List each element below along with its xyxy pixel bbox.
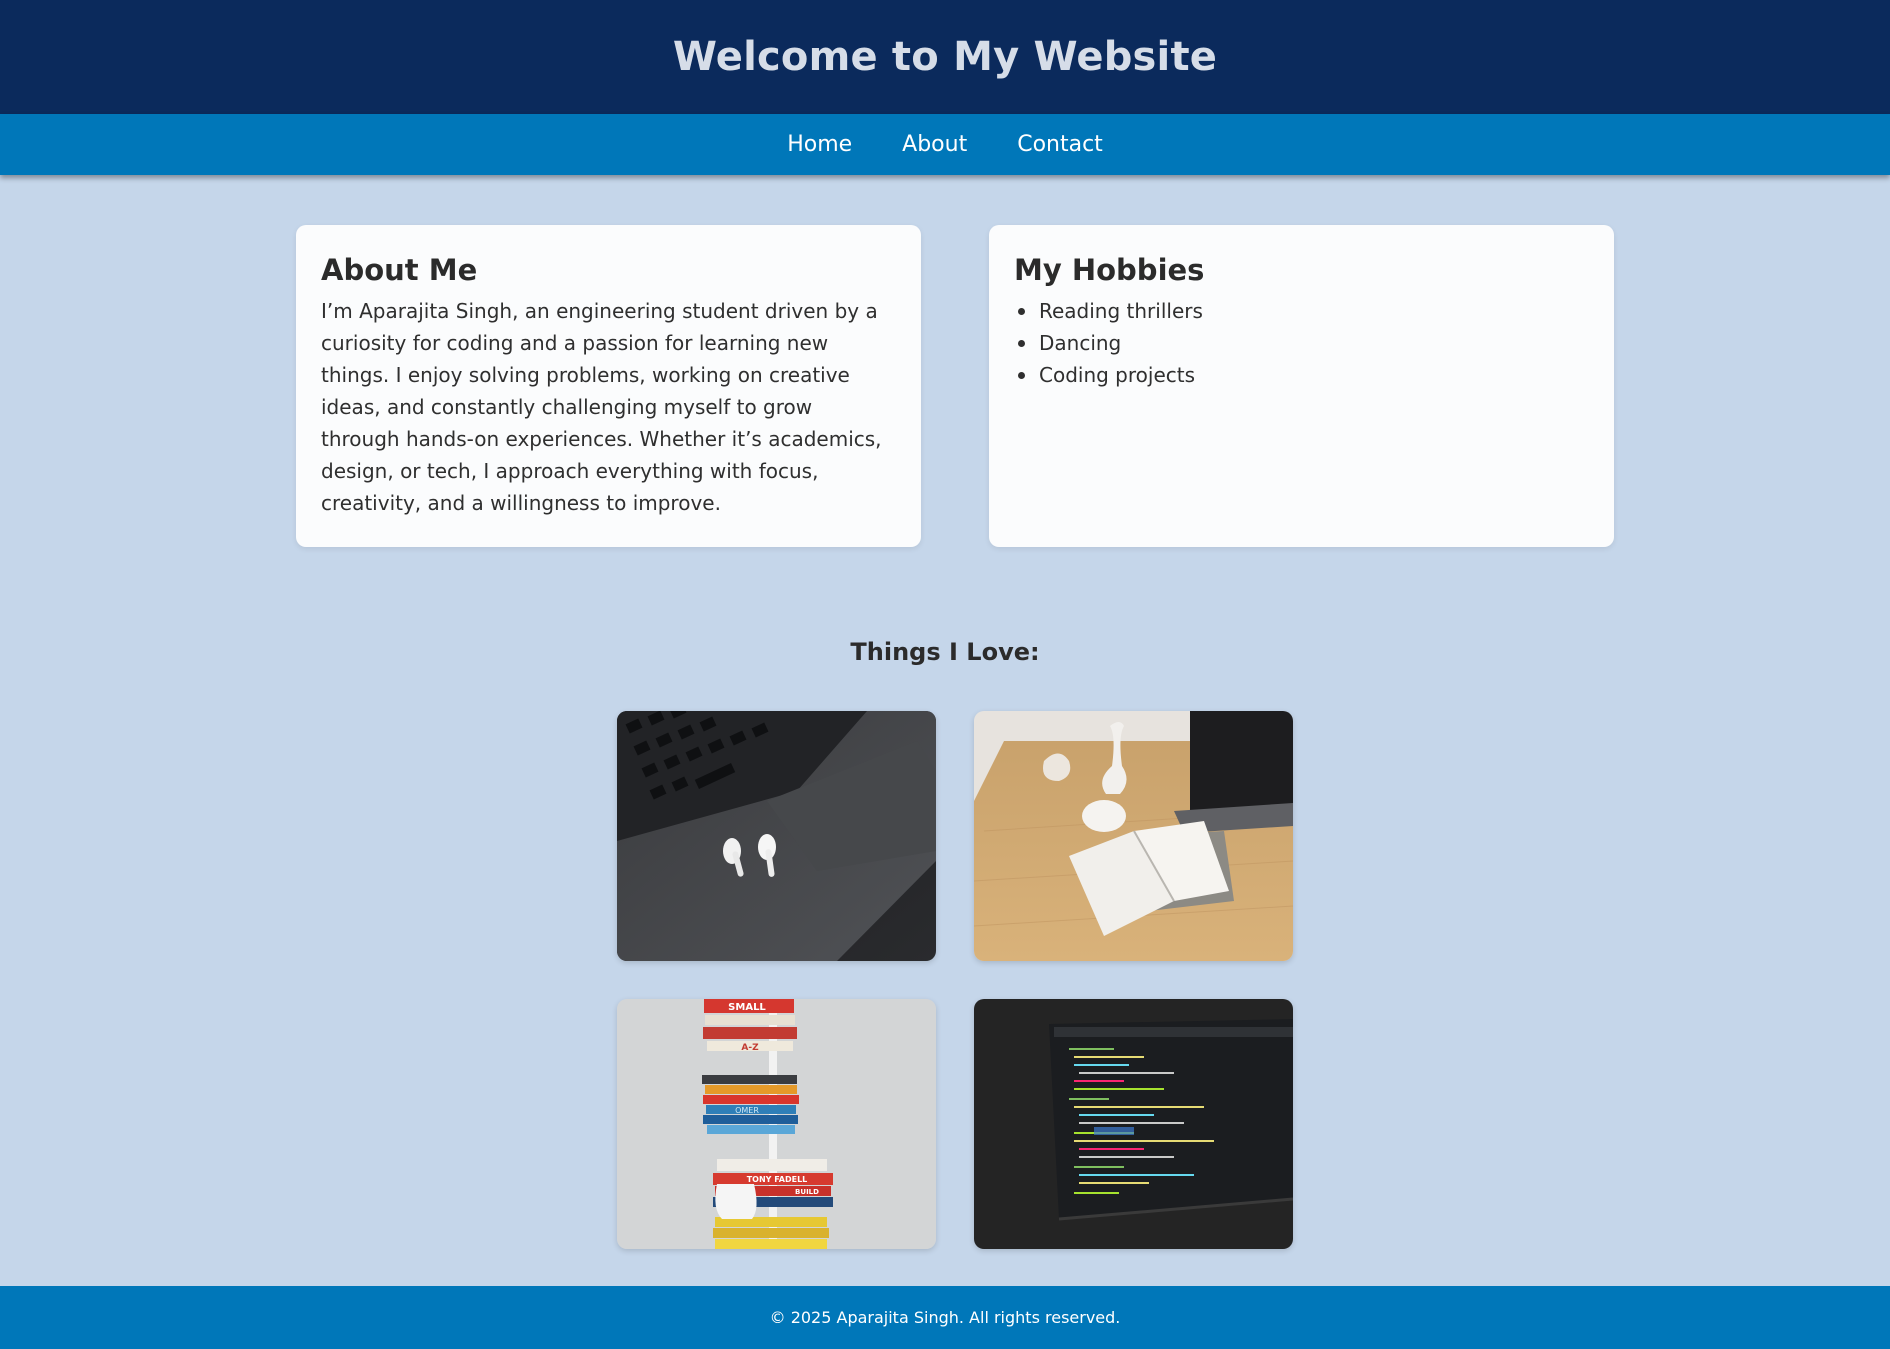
hobby-item: Reading thrillers — [1014, 295, 1589, 327]
hobby-list: Reading thrillers Dancing Coding project… — [1014, 295, 1589, 391]
copyright-text: © 2025 Aparajita Singh. All rights reser… — [769, 1308, 1121, 1327]
photo-earbuds-on-laptop — [617, 711, 936, 961]
hobbies-heading: My Hobbies — [1014, 253, 1205, 287]
nav-link-contact[interactable]: Contact — [1017, 132, 1103, 157]
about-text: I’m Aparajita Singh, an engineering stud… — [321, 299, 882, 515]
gallery-title: Things I Love: — [850, 638, 1040, 666]
nav-link-home[interactable]: Home — [787, 132, 852, 157]
hobby-item: Dancing — [1014, 327, 1589, 359]
main-nav: Home About Contact — [0, 114, 1890, 175]
photo-desk-with-notebook — [974, 711, 1293, 961]
book-spine-label: A-Z — [741, 1043, 759, 1053]
book-spine-label: TONY FADELL — [747, 1175, 808, 1184]
site-footer: © 2025 Aparajita Singh. All rights reser… — [0, 1286, 1890, 1349]
photo-code-on-screen — [974, 999, 1293, 1249]
hobby-item: Coding projects — [1014, 359, 1589, 391]
book-spine-label: SMALL — [728, 1002, 766, 1013]
site-header: Welcome to My Website — [0, 0, 1890, 114]
photo-stacked-books: SMALL A-Z OMER TONY FADELL BUILD — [617, 999, 936, 1249]
about-heading: About Me — [321, 253, 478, 287]
nav-link-about[interactable]: About — [902, 132, 967, 157]
book-spine-label: BUILD — [795, 1188, 819, 1196]
site-title: Welcome to My Website — [672, 34, 1218, 80]
about-card: About Me I’m Aparajita Singh, an enginee… — [296, 225, 921, 547]
hobbies-card: My Hobbies Reading thrillers Dancing Cod… — [989, 225, 1614, 547]
book-spine-label: OMER — [735, 1106, 759, 1115]
